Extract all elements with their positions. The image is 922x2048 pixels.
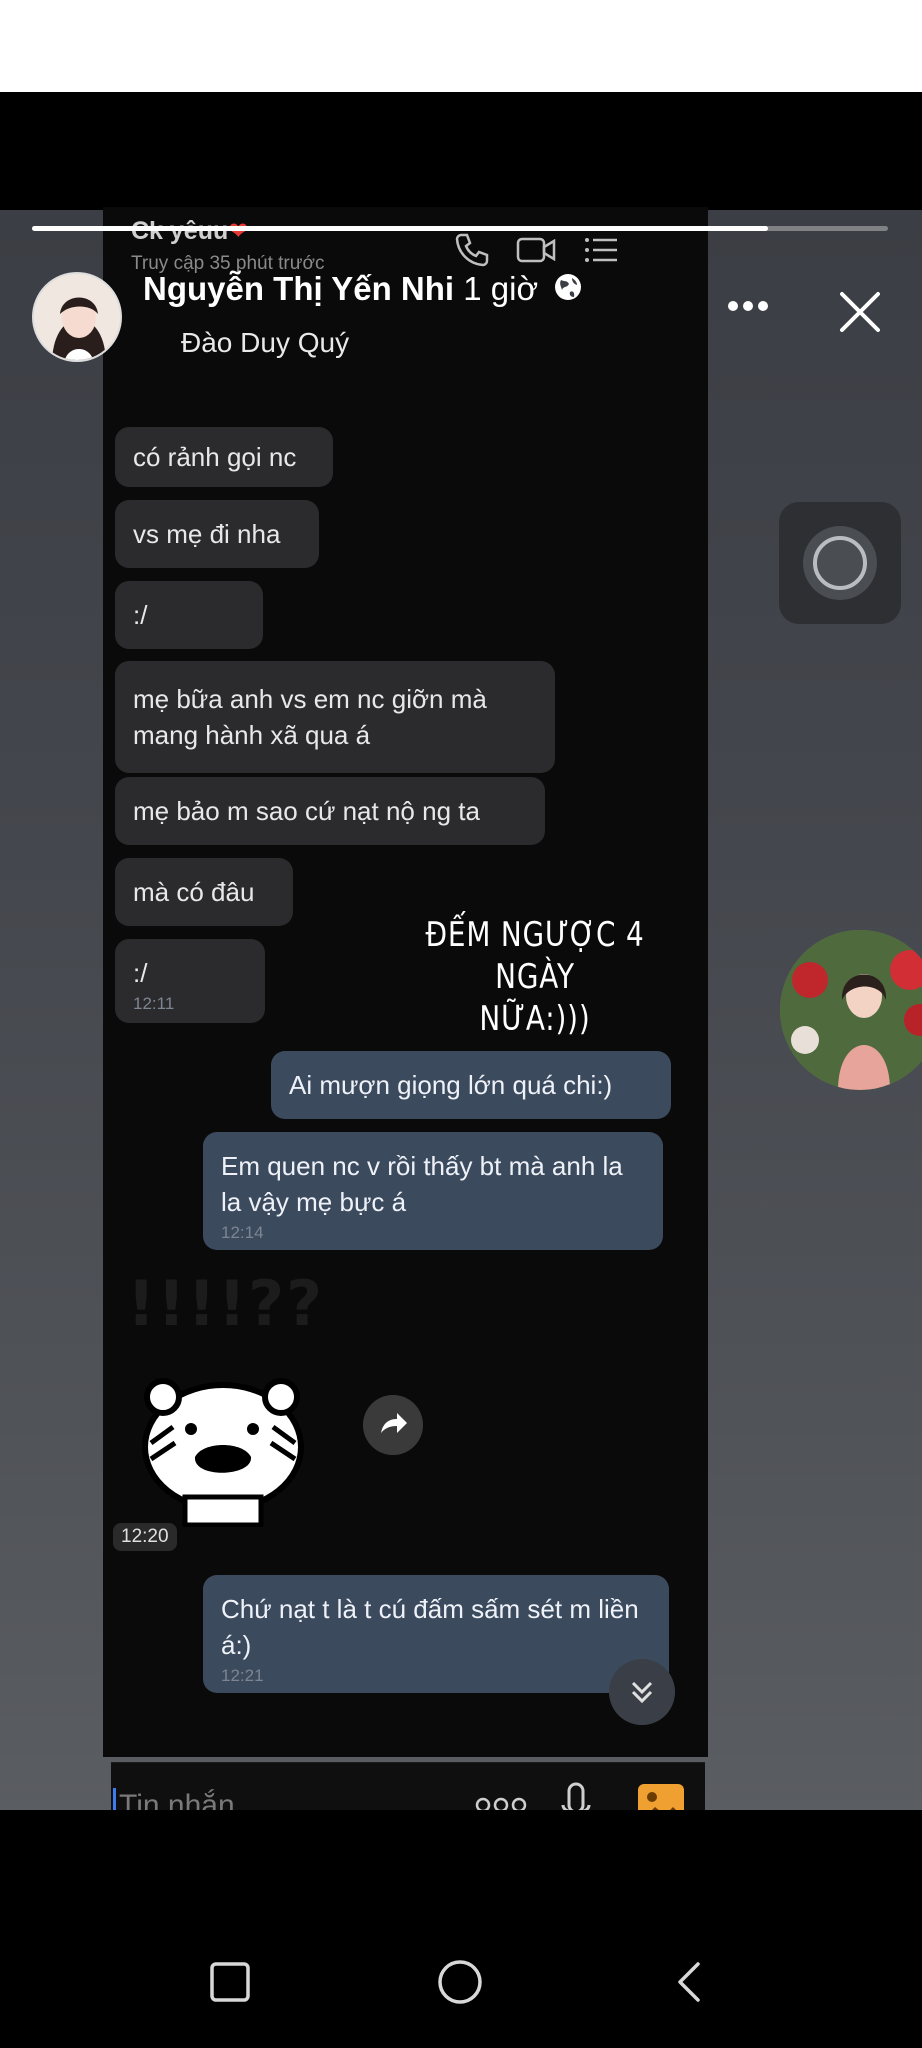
message-input-bar: Tin nhắn bbox=[111, 1762, 705, 1810]
chat-contact-name: Ck yêuu❤ bbox=[131, 217, 249, 245]
incoming-message[interactable]: vs mẹ đi nha bbox=[115, 500, 319, 568]
message-time: 12:11 bbox=[133, 994, 175, 1013]
story-progress-fill bbox=[32, 226, 769, 231]
back-icon[interactable] bbox=[666, 1958, 714, 2006]
gallery-icon[interactable] bbox=[637, 1783, 685, 1810]
scroll-down-icon[interactable] bbox=[609, 1659, 675, 1725]
globe-icon bbox=[555, 274, 582, 300]
story-progress-bar bbox=[32, 226, 888, 231]
recent-apps-icon[interactable] bbox=[206, 1958, 254, 2006]
tagged-user[interactable]: Đào Duy Quý bbox=[181, 327, 349, 359]
system-navigation-bar bbox=[0, 1810, 922, 2048]
avatar[interactable] bbox=[32, 272, 122, 362]
outgoing-message[interactable]: Ai mượn giọng lớn quá chi:) bbox=[271, 1051, 671, 1119]
story-viewer[interactable]: Ck yêuu❤ Truy cập 35 phút trước có rảnh … bbox=[0, 92, 922, 1810]
avatar-image bbox=[34, 274, 120, 360]
record-icon bbox=[813, 536, 867, 590]
outgoing-message[interactable]: Em quen nc v rồi thấy bt mà anh la la vậ… bbox=[203, 1132, 663, 1250]
close-icon[interactable] bbox=[836, 288, 884, 336]
incoming-message[interactable]: có rảnh gọi nc bbox=[115, 427, 333, 487]
share-icon[interactable] bbox=[363, 1395, 423, 1455]
more-dots-icon[interactable] bbox=[475, 1795, 527, 1810]
incoming-message[interactable]: :/ bbox=[115, 581, 263, 649]
incoming-message[interactable]: :/ 12:11 bbox=[115, 939, 265, 1023]
message-time: 12:14 bbox=[221, 1223, 264, 1242]
incoming-message[interactable]: mẹ bảo m sao cứ nạt nộ ng ta bbox=[115, 777, 545, 845]
message-input[interactable]: Tin nhắn bbox=[119, 1789, 235, 1810]
sticker-time: 12:20 bbox=[113, 1523, 177, 1551]
home-icon[interactable] bbox=[436, 1958, 484, 2006]
sticker-caption: !!!!?? bbox=[127, 1267, 325, 1340]
video-icon bbox=[516, 237, 556, 263]
overlay-text-line: NỮA:))) bbox=[479, 999, 591, 1039]
story-time: 1 giờ bbox=[463, 270, 539, 307]
message-text: Em quen nc v rồi thấy bt mà anh la la vậ… bbox=[221, 1151, 623, 1217]
mic-icon[interactable] bbox=[559, 1781, 593, 1810]
screen-record-widget[interactable] bbox=[779, 502, 901, 624]
message-text: :/ bbox=[133, 958, 148, 988]
bear-sticker bbox=[142, 1378, 304, 1527]
story-poster[interactable]: Nguyễn Thị Yến Nhi 1 giờ bbox=[143, 270, 583, 308]
more-icon[interactable] bbox=[726, 296, 770, 316]
poster-name[interactable]: Nguyễn Thị Yến Nhi bbox=[143, 270, 454, 307]
outgoing-message[interactable]: Chứ nạt t là t cú đấm sấm sét m liền á:)… bbox=[203, 1575, 669, 1693]
heart-icon: ❤ bbox=[228, 218, 249, 245]
incoming-message[interactable]: mà có đâu bbox=[115, 858, 293, 926]
message-time: 12:21 bbox=[221, 1666, 264, 1685]
story-overlay-text: ĐẾM NGƯỢC 4 NGÀY NỮA:))) bbox=[408, 914, 662, 1040]
incoming-message[interactable]: mẹ bữa anh vs em nc giỡn mà mang hành xã… bbox=[115, 661, 555, 773]
phone-icon bbox=[455, 233, 489, 267]
list-icon bbox=[585, 238, 617, 262]
message-text: Chứ nạt t là t cú đấm sấm sét m liền á:) bbox=[221, 1594, 639, 1660]
record-button[interactable] bbox=[803, 526, 877, 600]
text-cursor bbox=[113, 1788, 116, 1810]
status-bar-area bbox=[0, 0, 922, 92]
overlay-text-line: ĐẾM NGƯỢC 4 NGÀY bbox=[425, 915, 645, 997]
story-top-dark bbox=[0, 92, 922, 210]
